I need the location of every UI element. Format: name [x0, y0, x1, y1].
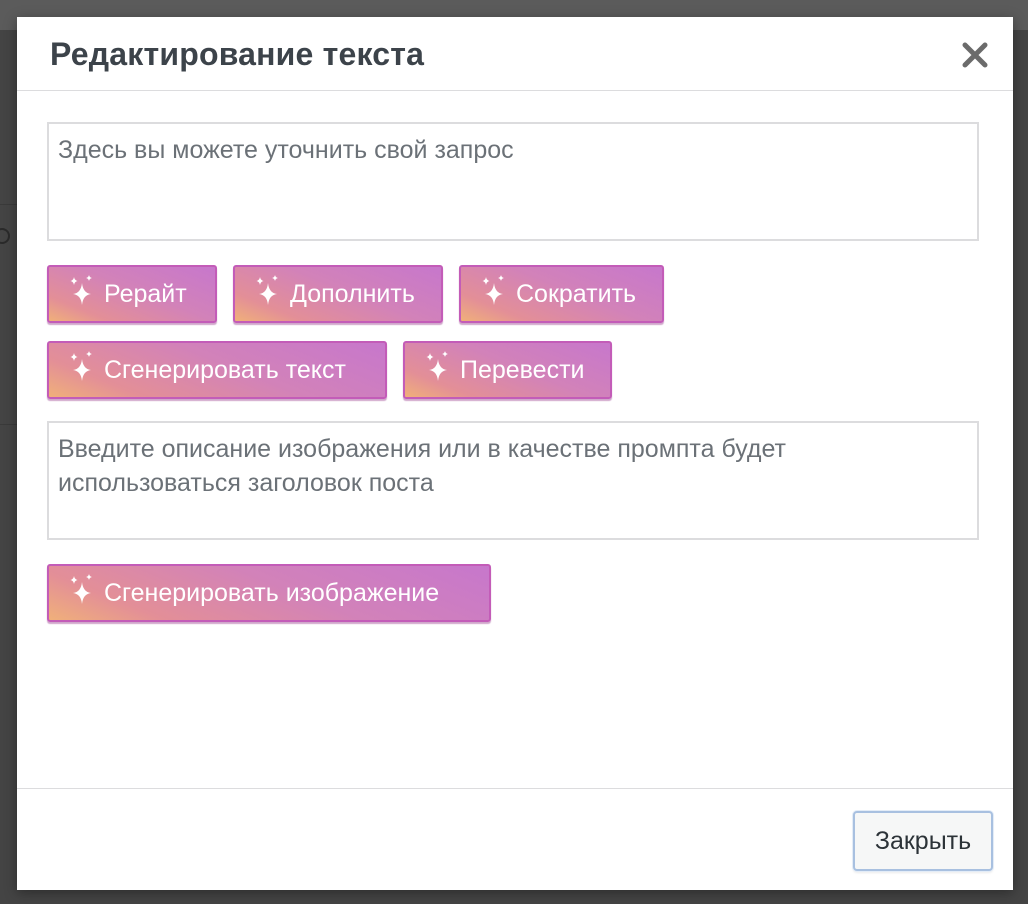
rewrite-label: Рерайт [104, 279, 187, 308]
translate-label: Перевести [460, 355, 585, 384]
rewrite-button[interactable]: Рерайт [47, 265, 217, 323]
modal-header: Редактирование текста [17, 17, 1013, 91]
sparkle-icon [482, 275, 504, 305]
sparkle-icon [70, 275, 92, 305]
extend-button[interactable]: Дополнить [233, 265, 443, 323]
generate-text-button[interactable]: Сгенерировать текст [47, 341, 387, 399]
backdrop-divider [0, 204, 18, 205]
edit-text-modal: Редактирование текста Рерайт Дополнить [17, 17, 1013, 890]
text-prompt-input[interactable] [47, 122, 979, 241]
shorten-button[interactable]: Сократить [459, 265, 664, 323]
extend-label: Дополнить [290, 279, 415, 308]
sparkle-icon [256, 275, 278, 305]
close-icon[interactable] [955, 37, 995, 73]
backdrop-divider [0, 424, 18, 425]
sparkle-icon [70, 351, 92, 381]
image-prompt-input[interactable] [47, 421, 979, 540]
generate-image-label: Сгенерировать изображение [104, 578, 440, 607]
modal-title: Редактирование текста [50, 36, 425, 72]
shorten-label: Сократить [516, 279, 637, 308]
sparkle-icon [426, 351, 448, 381]
close-button[interactable]: Закрыть [853, 811, 993, 871]
generate-text-label: Сгенерировать текст [104, 355, 346, 384]
sparkle-icon [70, 574, 92, 604]
generate-image-button[interactable]: Сгенерировать изображение [47, 564, 491, 622]
translate-button[interactable]: Перевести [403, 341, 612, 399]
modal-footer: Закрыть [17, 788, 1013, 891]
